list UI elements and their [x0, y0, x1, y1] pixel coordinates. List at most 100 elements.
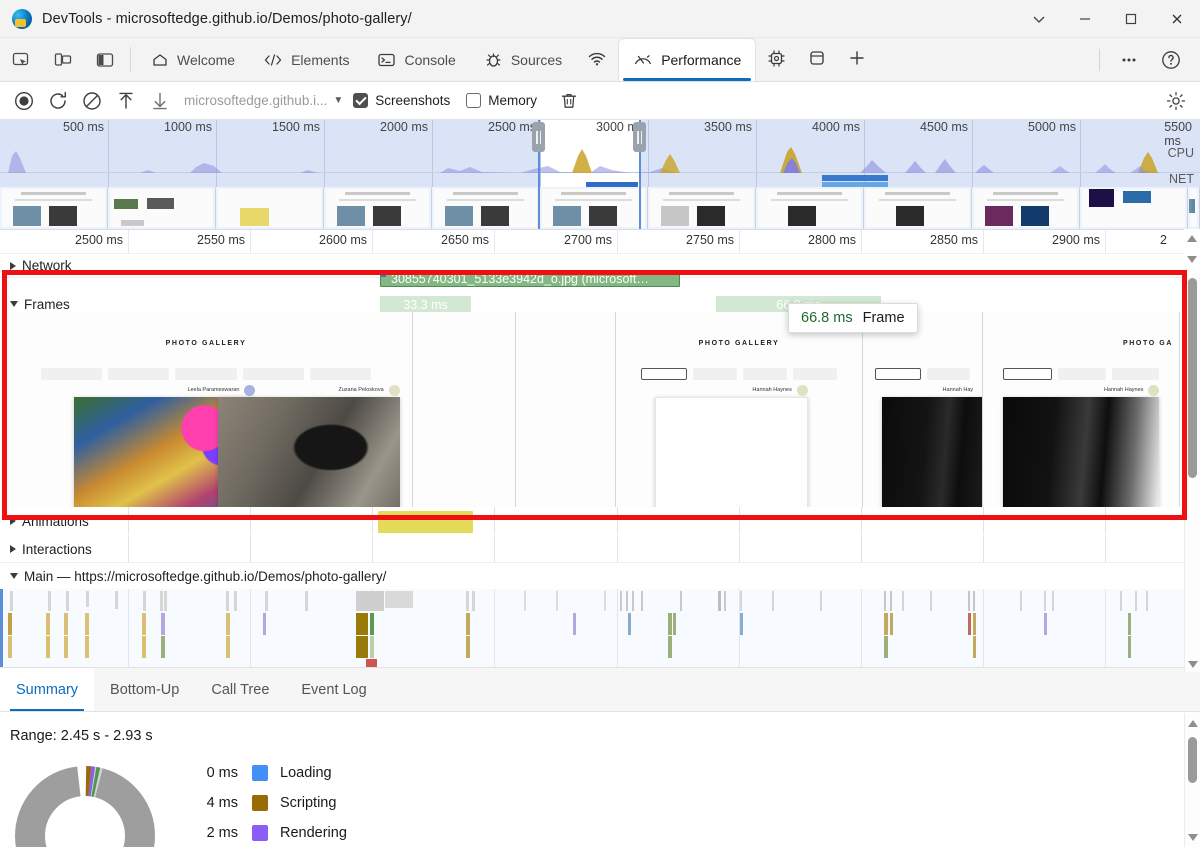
help-question-icon[interactable] [1150, 49, 1192, 71]
flame-event[interactable] [968, 613, 971, 635]
flame-event[interactable] [226, 591, 229, 611]
flame-event[interactable] [46, 636, 50, 658]
reload-record-icon[interactable] [42, 86, 74, 116]
scroll-down-arrow[interactable] [1185, 656, 1200, 672]
flame-event[interactable] [226, 636, 230, 658]
scrollbar-thumb[interactable] [1188, 278, 1197, 478]
upload-arrow-icon[interactable] [110, 86, 142, 116]
flame-event[interactable] [772, 591, 774, 611]
expand-triangle-icon[interactable] [10, 262, 16, 270]
flame-event[interactable] [1044, 591, 1046, 611]
flame-event[interactable] [641, 591, 643, 611]
minimize-icon[interactable] [1062, 0, 1108, 38]
flame-event[interactable] [46, 613, 50, 635]
trash-delete-icon[interactable] [553, 86, 585, 116]
more-ellipsis-icon[interactable] [1108, 50, 1150, 70]
scroll-down-arrow[interactable] [1185, 829, 1200, 845]
flame-event[interactable] [161, 613, 165, 635]
flame-event[interactable] [142, 636, 146, 658]
flame-event[interactable] [86, 591, 89, 607]
memory-checkbox[interactable]: Memory [466, 93, 537, 108]
track-header-main[interactable]: Main — https://microsoftedge.github.io/D… [0, 563, 1200, 589]
flame-event[interactable] [673, 613, 676, 635]
flame-event[interactable] [370, 613, 374, 635]
flame-event[interactable] [1044, 613, 1047, 635]
flame-event[interactable] [1146, 591, 1148, 611]
flame-event[interactable] [724, 591, 726, 611]
overview-left-handle[interactable] [532, 122, 545, 152]
screenshots-checkbox[interactable]: Screenshots [353, 93, 450, 108]
flame-event[interactable] [718, 591, 721, 611]
flame-event[interactable] [820, 591, 822, 611]
tab-sources[interactable]: Sources [470, 38, 576, 81]
flame-event[interactable] [466, 636, 470, 658]
inspect-element-icon[interactable] [0, 38, 42, 81]
frame-screenshot[interactable]: Hannah Hay [863, 312, 983, 507]
main-flame-chart[interactable] [0, 589, 1200, 677]
flame-event[interactable] [64, 613, 68, 635]
flame-event[interactable] [973, 591, 975, 611]
flame-event[interactable] [1135, 591, 1137, 611]
flame-event[interactable] [265, 591, 268, 611]
scrollbar-thumb[interactable] [1188, 737, 1197, 783]
flame-event[interactable] [385, 591, 413, 608]
overview-right-handle[interactable] [633, 122, 646, 152]
tab-console[interactable]: Console [363, 38, 469, 81]
flame-event[interactable] [1128, 636, 1131, 658]
flame-event[interactable] [884, 613, 888, 635]
animations-track[interactable]: Animations [0, 507, 1200, 535]
overview-filmstrip[interactable] [0, 187, 1200, 229]
record-circle-icon[interactable] [8, 86, 40, 116]
tab-bottom-up[interactable]: Bottom-Up [94, 668, 195, 711]
flame-event[interactable] [356, 636, 368, 658]
flame-event[interactable] [1128, 613, 1131, 635]
close-icon[interactable] [1154, 0, 1200, 38]
gear-settings-icon[interactable] [1160, 86, 1192, 116]
tab-performance[interactable]: Performance [618, 38, 756, 81]
flame-event[interactable] [305, 591, 308, 611]
download-arrow-icon[interactable] [144, 86, 176, 116]
tab-application[interactable] [797, 38, 837, 81]
ruler-scroll-controls[interactable] [1184, 229, 1200, 273]
dock-side-icon[interactable] [84, 38, 126, 81]
flame-event[interactable] [85, 613, 89, 635]
timeline-overview[interactable]: 500 ms 1000 ms 1500 ms 2000 ms 2500 ms 3… [0, 120, 1200, 230]
tab-event-log[interactable]: Event Log [285, 668, 382, 711]
tab-elements[interactable]: Elements [249, 38, 363, 81]
flame-event[interactable] [1120, 591, 1122, 611]
flame-event[interactable] [48, 591, 51, 611]
flame-event[interactable] [8, 636, 12, 658]
tab-call-tree[interactable]: Call Tree [195, 668, 285, 711]
network-request-bar[interactable]: 30855740301_5133e3942d_o.jpg (microsoft… [380, 271, 680, 287]
flame-event[interactable] [85, 636, 89, 658]
flame-event[interactable] [1020, 591, 1022, 611]
interactions-track[interactable]: Interactions [0, 535, 1200, 563]
tab-welcome[interactable]: Welcome [137, 38, 249, 81]
flame-event[interactable] [884, 591, 886, 611]
flame-event[interactable] [573, 613, 576, 635]
flame-event[interactable] [668, 636, 672, 658]
flame-event[interactable] [626, 591, 628, 611]
flame-event[interactable] [973, 613, 976, 635]
frame-screenshot[interactable]: PHOTO GA Hannah Haynes [983, 312, 1180, 507]
device-emulation-icon[interactable] [42, 38, 84, 81]
frames-bars[interactable]: 33.3 ms 66.8 ms [0, 292, 1200, 312]
frame-screenshot[interactable] [413, 312, 516, 507]
flame-event[interactable] [164, 591, 167, 611]
chevron-down-icon[interactable] [1016, 0, 1062, 38]
flame-event[interactable] [64, 636, 68, 658]
add-panel-button[interactable] [837, 38, 877, 81]
expand-triangle-icon[interactable] [10, 517, 16, 525]
track-header-animations[interactable]: Animations [0, 507, 1200, 535]
flame-event[interactable] [884, 636, 888, 658]
flame-event[interactable] [740, 613, 743, 635]
frame-screenshot[interactable]: PHOTO GALLERY Leela Parameswaran Zuzana … [0, 312, 413, 507]
flame-event[interactable] [930, 591, 932, 611]
clear-prohibited-icon[interactable] [76, 86, 108, 116]
tab-network[interactable] [576, 38, 618, 81]
flame-event[interactable] [740, 591, 742, 611]
interaction-bar[interactable] [378, 511, 473, 533]
flame-event[interactable] [142, 613, 146, 635]
scroll-up-arrow[interactable] [1185, 715, 1200, 731]
flame-event[interactable] [680, 591, 682, 611]
